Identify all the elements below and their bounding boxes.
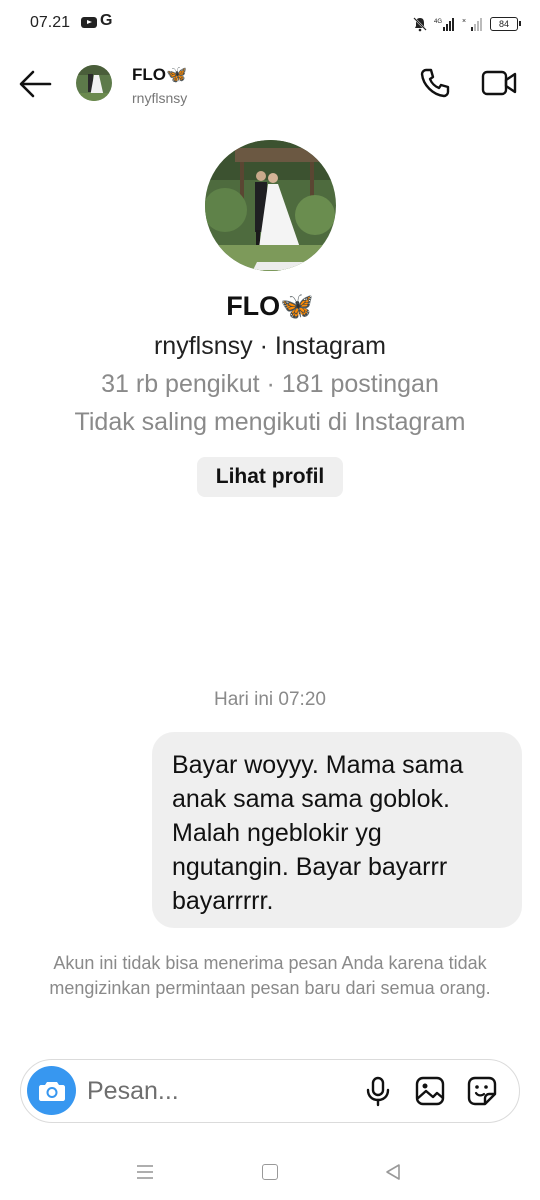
svg-text:×: × [462,18,466,25]
system-nav-bar [0,1150,540,1200]
header-name[interactable]: FLO🦋 [132,65,187,85]
battery-icon: 84 [490,17,521,31]
chat-header: FLO🦋 rnyflsnsy [0,50,540,120]
message-input[interactable] [87,1074,347,1108]
battery-level: 84 [498,19,509,29]
nav-back-icon[interactable] [384,1163,402,1181]
menu-icon[interactable] [136,1164,154,1180]
header-avatar[interactable] [76,65,112,101]
message-bubble[interactable]: Bayar woyyy. Mama sama anak sama sama go… [152,732,522,928]
view-profile-button[interactable]: Lihat profil [197,457,343,497]
message-composer [20,1059,520,1123]
youtube-icon [81,17,97,28]
status-icons: 4G × 84 [412,14,521,34]
status-bar: 07.21 G 4G × 84 [0,0,540,46]
delivery-notice: Akun ini tidak bisa menerima pesan Anda … [49,953,491,998]
g-icon: G [100,12,113,29]
bell-off-icon [413,17,427,32]
profile-name: FLO🦋 [226,291,314,321]
dm-screen: 07.21 G 4G × 84 FLO🦋 rnyflsnsy FLO🦋 rnyf… [0,0,540,1200]
camera-button[interactable] [27,1066,76,1115]
follow-status: Tidak saling mengikuti di Instagram [74,408,466,436]
home-icon[interactable] [262,1164,278,1180]
microphone-icon[interactable] [363,1075,393,1107]
svg-text:4G: 4G [434,19,442,25]
profile-stats: 31 rb pengikut · 181 postingan [101,370,439,398]
gallery-icon[interactable] [414,1075,446,1107]
back-arrow-icon[interactable] [14,66,54,102]
profile-avatar[interactable] [205,140,336,271]
date-separator: Hari ini 07:20 [214,689,326,710]
header-username[interactable]: rnyflsnsy [132,90,187,106]
sticker-icon[interactable] [466,1075,498,1107]
signal-icon: × [462,18,482,31]
signal-4g-icon: 4G [434,18,454,31]
camera-icon [38,1081,65,1101]
profile-subtitle: rnyflsnsy · Instagram [153,332,386,360]
video-call-icon[interactable] [480,66,518,100]
status-time: 07.21 [30,14,71,31]
phone-icon[interactable] [418,66,452,100]
